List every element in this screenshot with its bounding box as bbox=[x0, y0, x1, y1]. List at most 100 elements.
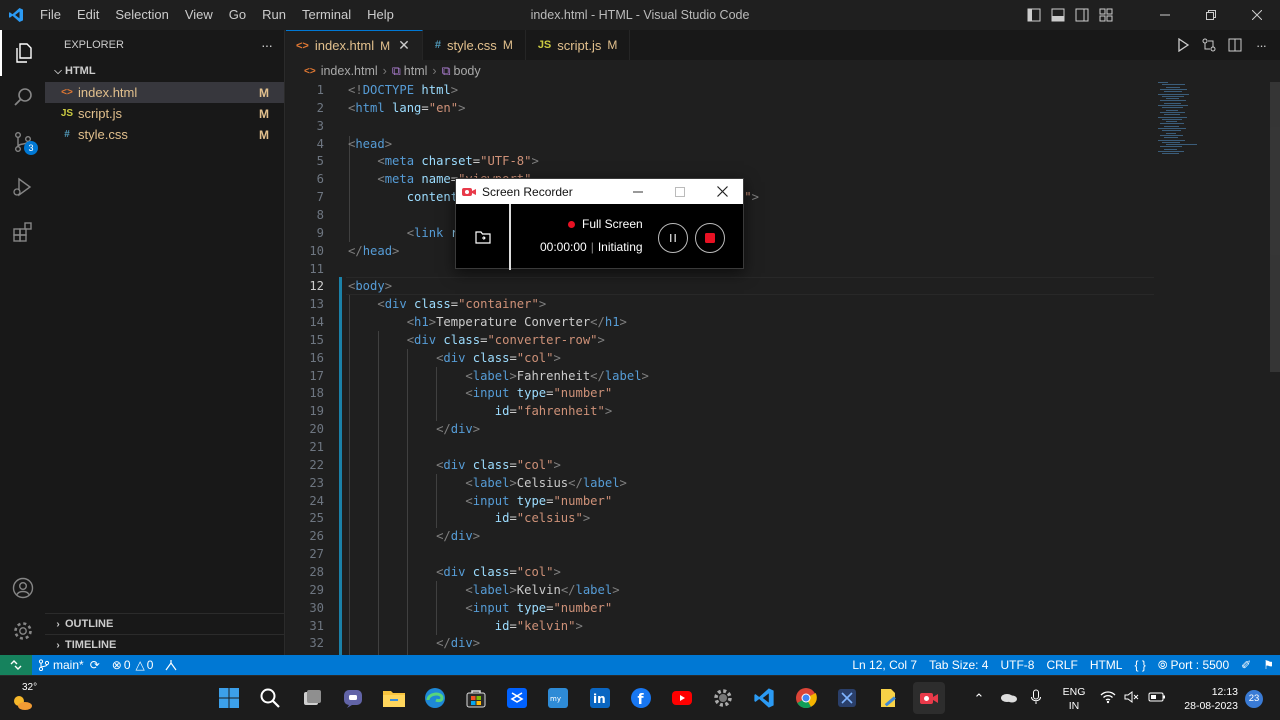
cursor-position[interactable]: Ln 12, Col 7 bbox=[846, 655, 923, 675]
manage-gear-icon[interactable] bbox=[0, 608, 45, 654]
run-debug-icon[interactable] bbox=[0, 164, 45, 210]
problems-indicator[interactable]: ⊗ 0 △ 0 bbox=[106, 655, 160, 675]
toggle-panel-icon[interactable] bbox=[1046, 0, 1070, 30]
minimap[interactable] bbox=[1156, 82, 1216, 162]
teams-chat-icon[interactable] bbox=[337, 682, 369, 714]
timeline-section[interactable]: › TIMELINE bbox=[45, 634, 285, 655]
vscode-taskbar-icon[interactable] bbox=[748, 682, 780, 714]
extensions-icon[interactable] bbox=[0, 209, 45, 255]
menu-file[interactable]: File bbox=[32, 0, 69, 30]
encoding[interactable]: UTF-8 bbox=[994, 655, 1040, 675]
microsoft-store-icon[interactable] bbox=[460, 682, 492, 714]
edge-browser-icon[interactable] bbox=[419, 682, 451, 714]
code-token: lang bbox=[384, 100, 422, 115]
search-icon[interactable] bbox=[0, 74, 45, 120]
pause-recording-button[interactable] bbox=[658, 223, 688, 253]
snipping-tool-icon[interactable] bbox=[831, 682, 863, 714]
toggle-secondary-sidebar-icon[interactable] bbox=[1070, 0, 1094, 30]
input-language[interactable]: ENG IN bbox=[1062, 685, 1086, 713]
branch-indicator[interactable]: main* ⟳ bbox=[32, 655, 106, 675]
editor-scrollbar[interactable] bbox=[1270, 82, 1280, 372]
facebook-icon[interactable]: f bbox=[625, 682, 657, 714]
tab-size[interactable]: Tab Size: 4 bbox=[923, 655, 994, 675]
braces-icon[interactable]: { } bbox=[1128, 655, 1151, 675]
file-explorer-icon[interactable] bbox=[378, 682, 410, 714]
remote-indicator[interactable] bbox=[0, 655, 32, 675]
menu-run[interactable]: Run bbox=[254, 0, 294, 30]
code-token: > bbox=[458, 100, 466, 115]
weather-widget[interactable]: 32° bbox=[8, 682, 40, 714]
menu-terminal[interactable]: Terminal bbox=[294, 0, 359, 30]
settings-gear-icon[interactable] bbox=[707, 682, 739, 714]
notification-center-badge[interactable]: 23 bbox=[1245, 690, 1263, 708]
recorder-close-icon[interactable] bbox=[702, 179, 742, 204]
more-editor-actions-icon[interactable]: ··· bbox=[1248, 30, 1274, 60]
language-mode[interactable]: HTML bbox=[1084, 655, 1129, 675]
linkedin-icon[interactable]: in bbox=[584, 682, 616, 714]
notepad-icon[interactable] bbox=[872, 682, 904, 714]
task-view-icon[interactable] bbox=[296, 682, 328, 714]
explorer-icon[interactable] bbox=[0, 30, 45, 76]
code-token: > bbox=[575, 618, 583, 633]
vscode-logo-icon[interactable] bbox=[0, 0, 32, 30]
code-token: head bbox=[362, 243, 393, 258]
file-item[interactable]: JS script.js M bbox=[45, 103, 284, 124]
start-windows-icon[interactable] bbox=[213, 682, 245, 714]
dropbox-icon[interactable] bbox=[501, 682, 533, 714]
screen-recorder-taskbar-icon[interactable] bbox=[913, 682, 945, 714]
menu-edit[interactable]: Edit bbox=[69, 0, 107, 30]
breadcrumb-file[interactable]: index.html bbox=[321, 64, 378, 78]
menu-selection[interactable]: Selection bbox=[107, 0, 176, 30]
notifications-bell-icon[interactable]: ⚑ bbox=[1257, 655, 1280, 675]
clock[interactable]: 12:13 28-08-2023 bbox=[1172, 685, 1238, 713]
breadcrumb-body[interactable]: body bbox=[454, 64, 481, 78]
accounts-icon[interactable] bbox=[0, 565, 45, 611]
recording-mode[interactable]: Full Screen bbox=[568, 217, 643, 231]
show-hidden-icons-chevron-icon[interactable]: ⌃ bbox=[970, 691, 988, 707]
quick-settings[interactable] bbox=[1100, 676, 1166, 720]
code-line: <input type="number" bbox=[348, 494, 612, 508]
compare-changes-icon[interactable] bbox=[1196, 30, 1222, 60]
restore-icon[interactable] bbox=[1188, 0, 1234, 30]
menu-go[interactable]: Go bbox=[221, 0, 254, 30]
menu-view[interactable]: View bbox=[177, 0, 221, 30]
code-token: </ bbox=[590, 315, 605, 330]
source-control-icon[interactable]: 3 bbox=[0, 119, 45, 165]
menu-help[interactable]: Help bbox=[359, 0, 402, 30]
run-icon[interactable] bbox=[1170, 30, 1196, 60]
minimize-icon[interactable] bbox=[1142, 0, 1188, 30]
line-number: 3 bbox=[316, 118, 324, 133]
open-folder-button[interactable] bbox=[456, 204, 511, 270]
close-window-icon[interactable] bbox=[1234, 0, 1280, 30]
taskbar-search-icon[interactable] bbox=[254, 682, 286, 714]
toggle-primary-sidebar-icon[interactable] bbox=[1022, 0, 1046, 30]
folder-header[interactable]: ⌵ HTML bbox=[45, 60, 284, 82]
outline-section[interactable]: › OUTLINE bbox=[45, 613, 285, 634]
breadcrumb-html[interactable]: html bbox=[404, 64, 428, 78]
feedback-icon[interactable]: ✐ bbox=[1235, 655, 1257, 675]
microphone-icon[interactable] bbox=[1030, 689, 1042, 708]
chrome-icon[interactable] bbox=[790, 682, 822, 714]
tab-style-css[interactable]: # style.css M bbox=[423, 30, 526, 60]
live-server-port[interactable]: ⦾ Port : 5500 bbox=[1152, 655, 1235, 675]
more-actions-button[interactable]: ··· bbox=[261, 37, 273, 53]
youtube-icon[interactable] bbox=[666, 682, 698, 714]
tab-index-html[interactable]: <> index.html M ✕ bbox=[286, 30, 423, 60]
close-tab-icon[interactable]: ✕ bbox=[398, 37, 410, 54]
stop-recording-button[interactable] bbox=[695, 223, 725, 253]
folder-icon bbox=[474, 231, 491, 244]
sync-icon[interactable]: ⟳ bbox=[90, 658, 100, 672]
explorer-title: EXPLORER bbox=[64, 39, 124, 51]
minimap-line bbox=[1162, 130, 1181, 132]
tab-script-js[interactable]: JS script.js M bbox=[526, 30, 631, 60]
customize-layout-icon[interactable] bbox=[1094, 0, 1118, 30]
recorder-minimize-icon[interactable] bbox=[618, 179, 658, 204]
live-share-icon[interactable] bbox=[159, 655, 183, 675]
file-item[interactable]: # style.css M bbox=[45, 124, 284, 145]
onedrive-cloud-icon[interactable] bbox=[1000, 691, 1018, 706]
end-of-line[interactable]: CRLF bbox=[1040, 655, 1083, 675]
split-editor-icon[interactable] bbox=[1222, 30, 1248, 60]
code-editor[interactable]: 1 <!DOCTYPE html> 2 <html lang="en"> 3 4 <head… bbox=[286, 82, 1154, 655]
myjio-icon[interactable]: my bbox=[542, 682, 574, 714]
file-item[interactable]: <> index.html M bbox=[45, 82, 284, 103]
